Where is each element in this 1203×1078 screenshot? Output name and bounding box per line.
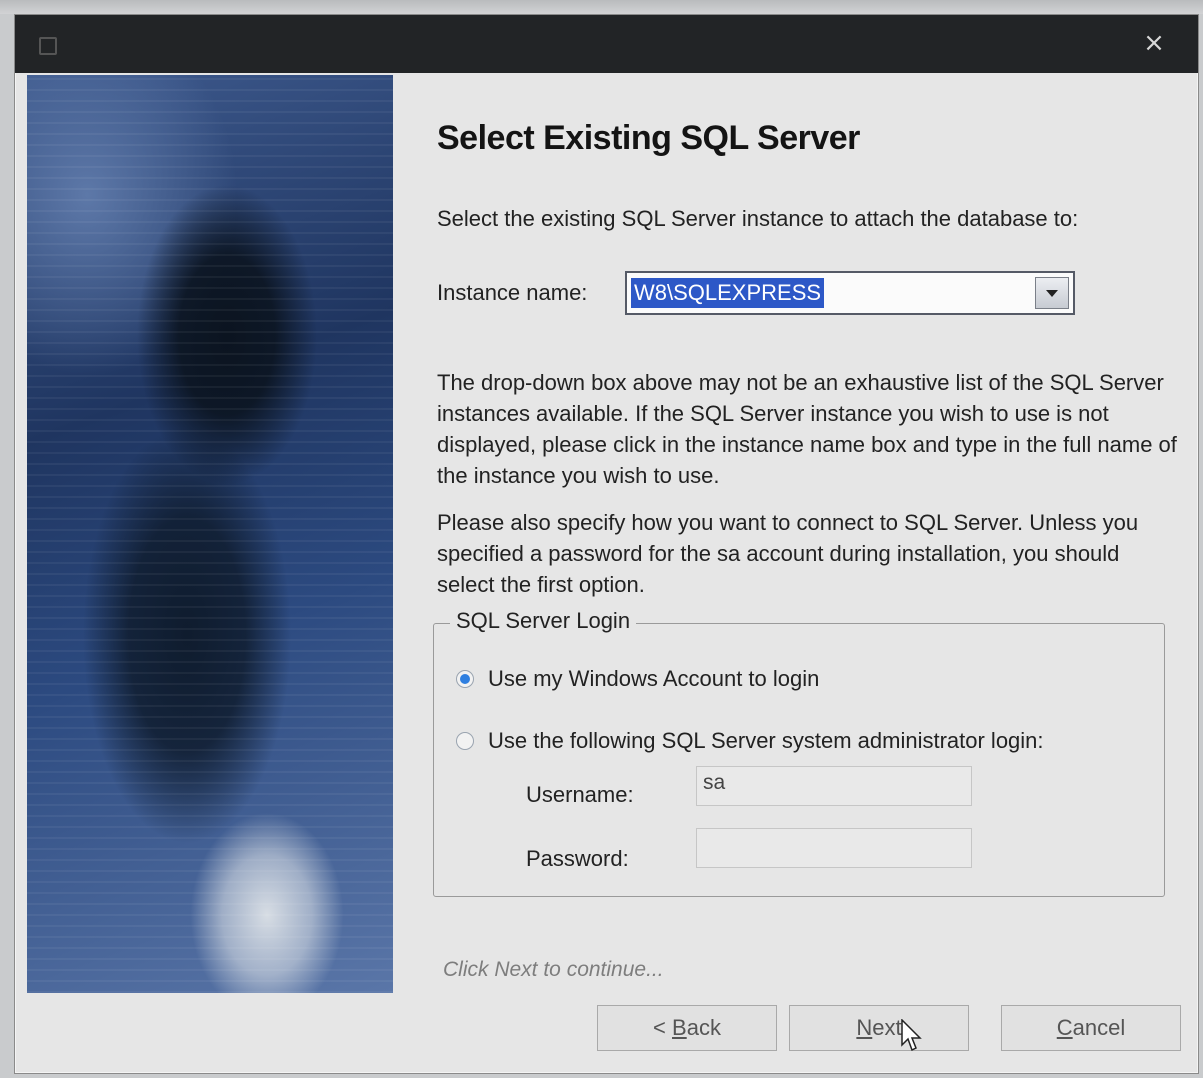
instance-name-label: Instance name: [437, 280, 588, 305]
mouse-cursor-icon [901, 1019, 922, 1052]
page-title: Select Existing SQL Server [437, 119, 860, 157]
connect-note: Please also specify how you want to conn… [437, 510, 1139, 597]
cancel-button[interactable]: Cancel [1001, 1005, 1181, 1051]
setup-dialog: × Select Existing SQL Server Select the … [14, 14, 1199, 1074]
instance-name-combobox[interactable]: W8\SQLEXPRESS [625, 271, 1075, 315]
photo-background-edge [0, 0, 1203, 14]
instance-dropdown-button[interactable] [1035, 277, 1069, 309]
windows-login-radio[interactable] [456, 670, 474, 688]
password-label: Password: [526, 846, 629, 871]
cancel-mnemonic: C [1056, 1015, 1073, 1040]
next-button[interactable]: Next [789, 1005, 969, 1051]
back-button[interactable]: < Back [597, 1005, 777, 1051]
title-bar[interactable]: × [15, 15, 1198, 73]
intro-text: Select the existing SQL Server instance … [437, 206, 1079, 231]
username-field[interactable]: sa [696, 766, 972, 806]
back-mnemonic: B [672, 1015, 687, 1040]
dropdown-note: The drop-down box above may not be an ex… [437, 370, 1177, 488]
instance-name-value[interactable]: W8\SQLEXPRESS [631, 278, 825, 308]
wizard-side-image [27, 75, 393, 993]
app-icon [39, 37, 57, 55]
continue-hint: Click Next to continue... [443, 958, 664, 981]
sql-login-radio[interactable] [456, 732, 474, 750]
next-label-rest: ext [872, 1015, 902, 1040]
cancel-label-rest: ancel [1072, 1015, 1126, 1040]
password-field[interactable] [696, 828, 972, 868]
sql-login-group: SQL Server Login Use my Windows Account … [433, 608, 1165, 897]
windows-login-option[interactable]: Use my Windows Account to login [456, 666, 819, 692]
chevron-down-icon [1046, 290, 1058, 297]
sql-login-option[interactable]: Use the following SQL Server system admi… [456, 728, 1044, 754]
back-prefix: < [653, 1015, 673, 1040]
next-mnemonic: N [856, 1015, 873, 1040]
username-label: Username: [526, 782, 634, 807]
group-title: SQL Server Login [450, 608, 637, 634]
back-label-rest: ack [686, 1015, 721, 1040]
close-icon[interactable]: × [1140, 29, 1168, 57]
windows-login-label: Use my Windows Account to login [488, 666, 820, 691]
sql-login-label: Use the following SQL Server system admi… [488, 728, 1044, 753]
